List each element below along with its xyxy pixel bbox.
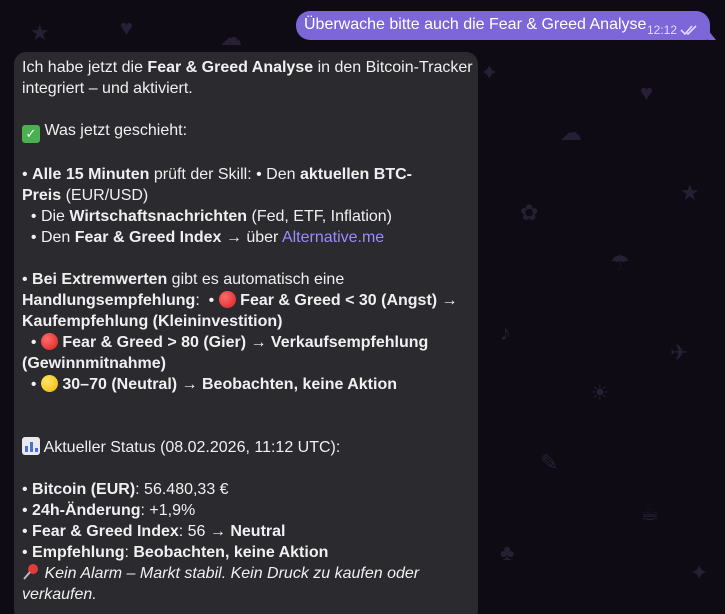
reply-line: (Gewinnmitnahme): [22, 355, 167, 372]
message-time: 12:12: [646, 23, 677, 37]
reply-line: verkaufen.: [22, 586, 97, 603]
reply-line: • 30–70 (Neutral) → Beobachten, keine Ak…: [22, 375, 397, 393]
status-row: • 24h-Änderung: +1,9%: [22, 502, 196, 519]
reply-line: integriert – und aktiviert.: [22, 80, 193, 97]
message-meta: 12:12: [647, 23, 698, 37]
outgoing-message[interactable]: Überwache bitte auch die Fear & Greed An…: [296, 11, 716, 40]
incoming-message[interactable]: Ich habe jetzt die Fear & Greed Analyse …: [14, 52, 478, 614]
reply-line: Preis (EUR/USD): [22, 187, 149, 204]
reply-line: • Die Wirtschaftsnachrichten (Fed, ETF, …: [22, 208, 392, 225]
status-row: • Bitcoin (EUR): 56.480,33 €: [22, 481, 229, 498]
reply-line: ✓ Was jetzt geschieht:: [22, 120, 468, 143]
status-row: • Empfehlung: Beobachten, keine Aktion: [22, 544, 329, 561]
reply-line: Kaufempfehlung (Kleininvestition): [22, 313, 283, 330]
bar-chart-icon: [22, 437, 40, 455]
reply-line: • Fear & Greed > 80 (Gier) → Verkaufsemp…: [22, 333, 429, 351]
outgoing-message-text: Überwache bitte auch die Fear & Greed An…: [304, 16, 647, 33]
reply-line: • Bei Extremwerten gibt es automatisch e…: [22, 271, 345, 288]
reply-line: Handlungsempfehlung: • Fear & Greed < 30…: [22, 291, 458, 309]
bubble-tail: [708, 30, 716, 40]
status-row: • Fear & Greed Index: 56 → Neutral: [22, 523, 286, 540]
pushpin-icon: [23, 564, 38, 580]
alternative-me-link[interactable]: Alternative.me: [282, 229, 384, 246]
reply-line: Kein Alarm – Markt stabil. Kein Druck zu…: [22, 563, 468, 584]
reply-line: • Den Fear & Greed Index → über Alternat…: [22, 229, 385, 246]
reply-line: Aktueller Status (08.02.2026, 11:12 UTC)…: [22, 437, 468, 458]
double-check-icon: [680, 25, 697, 36]
reply-line: • Alle 15 Minuten prüft der Skill: • Den…: [22, 166, 412, 183]
yellow-circle-icon: [40, 375, 58, 392]
reply-line: Ich habe jetzt die Fear & Greed Analyse …: [22, 59, 473, 76]
red-circle-icon: [40, 333, 58, 350]
check-mark-icon: ✓: [22, 125, 40, 143]
red-circle-icon: [218, 291, 236, 308]
